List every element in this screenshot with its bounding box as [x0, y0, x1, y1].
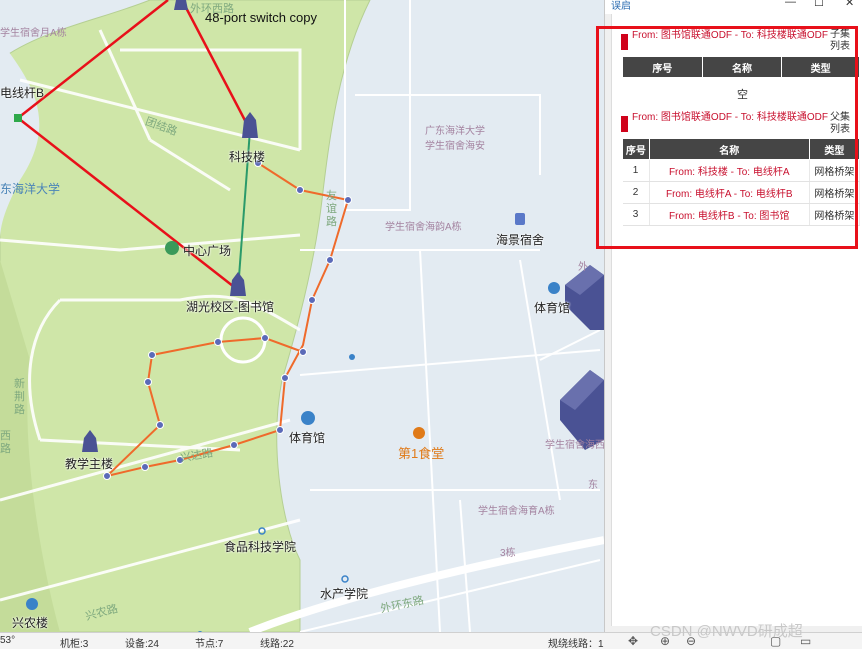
minimize-button[interactable]: — [785, 0, 796, 8]
library-label: 湖光校区-图书馆 [186, 300, 274, 314]
central-plaza-label: 中心广场 [183, 244, 232, 258]
label-wai: 外 [578, 262, 588, 273]
ocean-univ-label: 东海洋大学 [0, 182, 61, 196]
food-school-label: 食品科技学院 [224, 540, 297, 554]
pan-icon[interactable]: ✥ [628, 634, 638, 648]
status-coord: 53° [0, 635, 16, 646]
gdocean-dorm-label: 广东海洋大学 学生宿舍海安 [425, 126, 485, 152]
canteen-label: 第1食堂 [398, 446, 445, 461]
label-dong: 东 [588, 480, 598, 491]
road-mid-label: 友 谊 路 [326, 190, 337, 228]
fishery-school-label: 水产学院 [320, 587, 369, 601]
map-canvas[interactable]: 48-port switch copy 电线杆B 学生宿舍月A栋 外环西路 东海… [0, 0, 604, 632]
panel-title: 误启 [611, 1, 631, 12]
pole-b-label: 电线杆B [0, 86, 45, 100]
maximize-button[interactable]: ☐ [814, 0, 824, 9]
watermark: CSDN @NWVD研成超 [650, 623, 803, 640]
gym-right-label: 体育馆 [534, 301, 571, 315]
building-blocks [560, 265, 604, 450]
teaching-building-label: 教学主楼 [65, 457, 114, 471]
plaza-icon [165, 241, 179, 255]
ring-road-top-label: 外环西路 [190, 3, 234, 15]
close-button[interactable]: ✕ [845, 0, 854, 9]
map-label-dorm: 学生宿舍月A栋 [0, 28, 67, 39]
map-graphics [0, 0, 604, 632]
pole-b-marker [14, 114, 22, 122]
road-far-left-label: 西 路 [0, 430, 11, 455]
highlight-annotation [596, 26, 858, 249]
dorm-haixi-label: 学生宿舍海西 [545, 440, 604, 451]
road-left-label: 新 荆 路 [14, 378, 25, 416]
tech-building-label: 科技楼 [229, 150, 266, 164]
panel-titlebar: 误启 — ☐ ✕ [605, 0, 862, 14]
xingnong-building-label: 兴农楼 [12, 616, 49, 630]
gym-icon [301, 411, 315, 425]
dorm-haiqiao-label: 学生宿舍海韵A栋 [385, 222, 462, 233]
gymnasium-label: 体育馆 [289, 431, 326, 445]
haijing-dorm-label: 海景宿舍 [496, 233, 545, 247]
building-3-label: 3栋 [500, 548, 516, 559]
dorm-haiyu-label: 学生宿舍海育A栋 [478, 506, 555, 517]
